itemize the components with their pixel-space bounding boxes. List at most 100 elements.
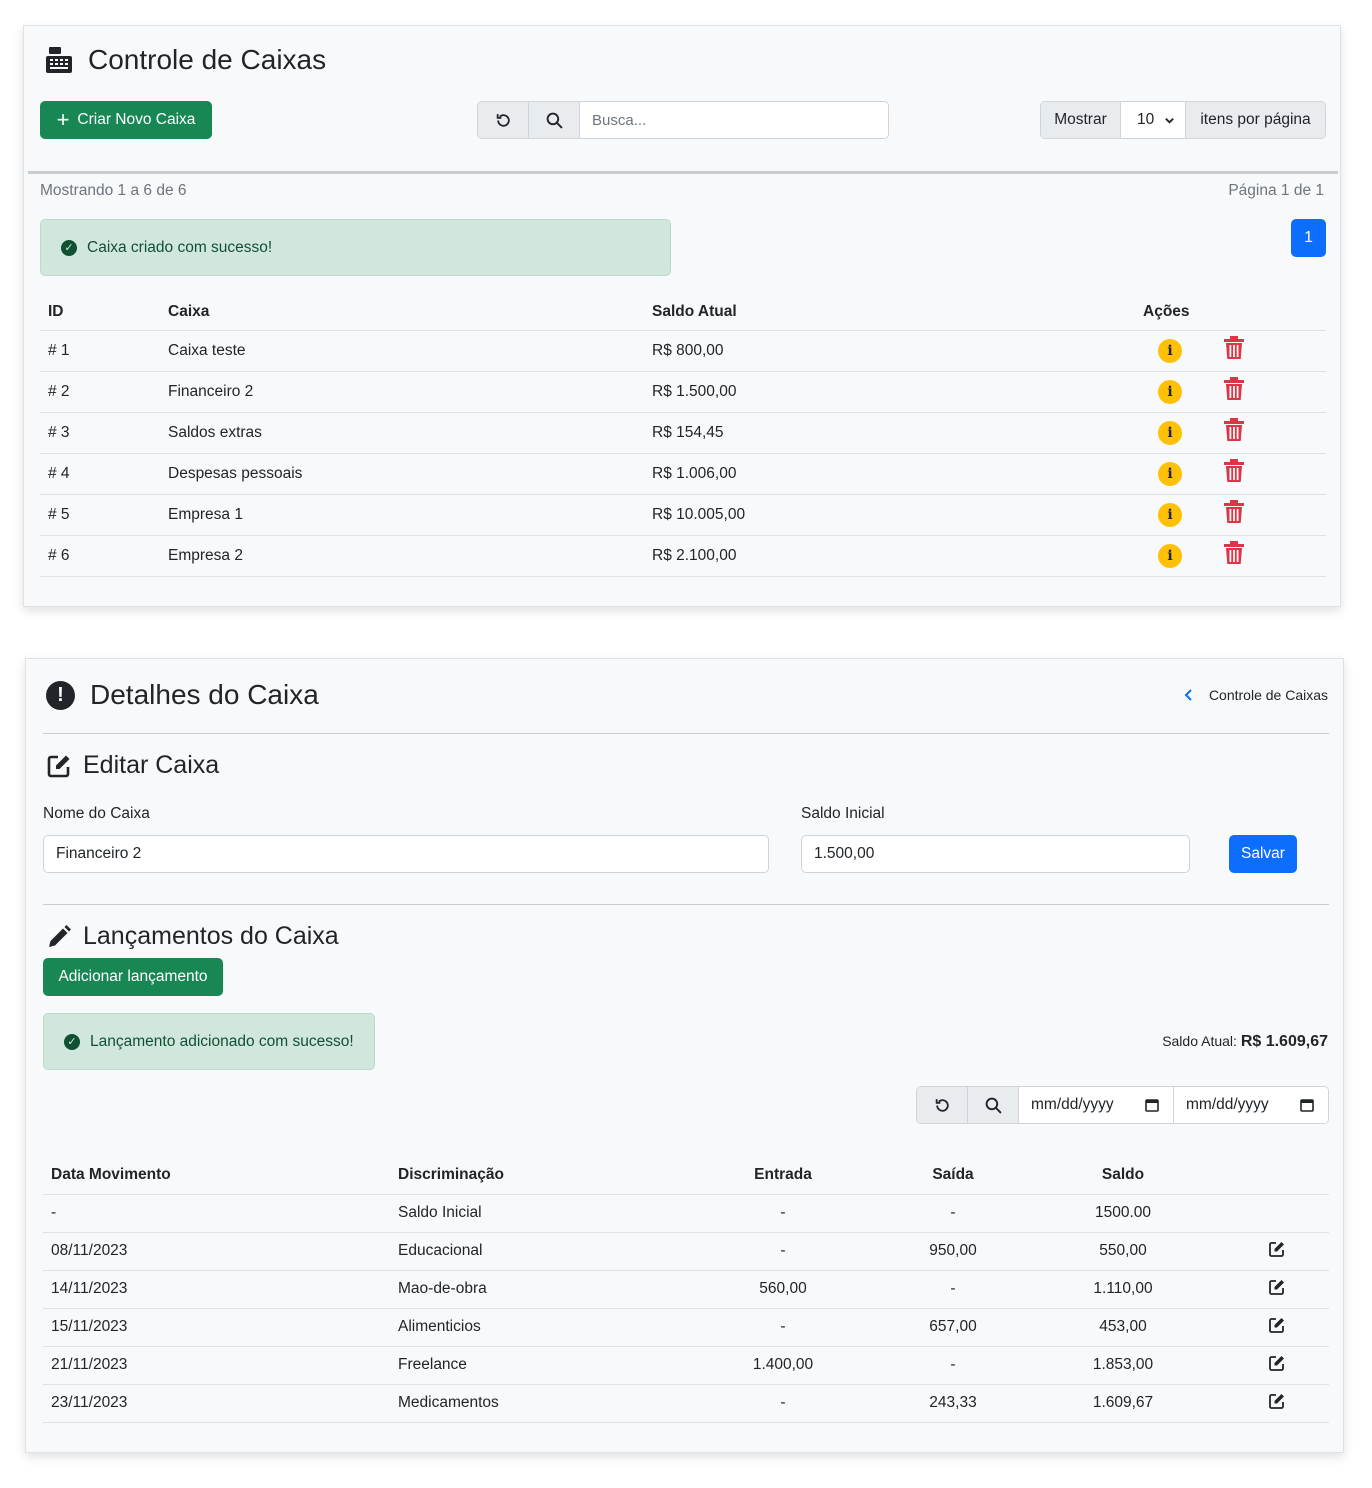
cell-saida: - (868, 1269, 1038, 1308)
header-actions (1208, 1157, 1329, 1194)
save-button[interactable]: Salvar (1229, 835, 1297, 873)
cell-edit (1208, 1383, 1329, 1423)
detalhes-title: Detalhes do Caixa (90, 679, 319, 710)
refresh-icon (496, 113, 510, 127)
refresh-button[interactable] (478, 102, 529, 138)
back-link[interactable]: Controle de Caixas (1183, 687, 1328, 703)
search-icon (985, 1097, 1002, 1114)
chevron-left-icon (1184, 689, 1192, 701)
edit-icon[interactable] (1269, 1393, 1285, 1414)
cell-trash (1182, 452, 1326, 494)
per-page-select[interactable]: 10 (1121, 102, 1186, 138)
trash-icon[interactable] (1224, 418, 1244, 447)
showing-text: Mostrando 1 a 6 de 6 (40, 182, 187, 199)
header-acoes: Ações (1143, 302, 1190, 320)
header-discriminacao: Discriminação (398, 1166, 504, 1184)
cell-entrada: - (698, 1231, 868, 1270)
cell-data: 14/11/2023 (43, 1269, 398, 1308)
cell-saida: 657,00 (868, 1307, 1038, 1346)
check-circle-icon: ✓ (64, 1033, 80, 1050)
chevron-down-icon (1165, 117, 1174, 124)
table-row: 23/11/2023 Medicamentos - 243,33 1.609,6… (43, 1383, 1329, 1423)
cell-id: # 1 (40, 329, 168, 371)
edit-title: Editar Caixa (83, 751, 220, 779)
cell-info: i (1052, 493, 1182, 535)
cell-saida: - (868, 1193, 1038, 1232)
edit-icon[interactable] (1269, 1355, 1285, 1376)
divider (28, 171, 1338, 174)
cell-saldo: R$ 154,45 (652, 411, 1052, 453)
search-button[interactable] (529, 102, 580, 138)
edit-icon[interactable] (1269, 1241, 1285, 1262)
cell-data: 23/11/2023 (43, 1383, 398, 1423)
trash-icon[interactable] (1224, 500, 1244, 529)
table-row: # 5 Empresa 1 R$ 10.005,00 i (40, 493, 1326, 535)
info-icon[interactable]: i (1158, 543, 1182, 568)
add-lancamento-button[interactable]: Adicionar lançamento (43, 958, 223, 996)
search-button[interactable] (968, 1087, 1019, 1123)
cell-nome: Empresa 1 (168, 493, 652, 535)
cell-saldo: 453,00 (1038, 1307, 1208, 1346)
date-end-input[interactable]: mm/dd/yyyy (1174, 1087, 1328, 1123)
info-icon[interactable]: i (1158, 502, 1182, 527)
header-saldo: Saldo Atual (652, 302, 737, 320)
cell-saida: - (868, 1345, 1038, 1384)
nome-input[interactable]: Financeiro 2 (43, 835, 769, 873)
table-row: # 6 Empresa 2 R$ 2.100,00 i (40, 534, 1326, 577)
table-header-row: ID Caixa Saldo Atual Ações (40, 294, 1326, 330)
search-input[interactable]: Busca... (580, 102, 888, 138)
divider (43, 733, 1329, 734)
date-start-input[interactable]: mm/dd/yyyy (1019, 1087, 1174, 1123)
date-filter-group: mm/dd/yyyy mm/dd/yyyy (916, 1086, 1329, 1124)
lancamentos-table: Data Movimento Discriminação Entrada Saí… (43, 1157, 1329, 1423)
refresh-button[interactable] (917, 1087, 968, 1123)
cell-edit (1208, 1193, 1329, 1232)
search-group: Busca... (477, 101, 889, 139)
saldo-inicial-input[interactable]: 1.500,00 (801, 835, 1190, 873)
table-row: # 2 Financeiro 2 R$ 1.500,00 i (40, 370, 1326, 412)
create-caixa-button[interactable]: + Criar Novo Caixa (40, 101, 212, 139)
edit-section-header: Editar Caixa (46, 751, 219, 780)
page-1-button[interactable]: 1 (1291, 219, 1326, 257)
create-caixa-label: Criar Novo Caixa (77, 111, 196, 128)
info-icon[interactable]: i (1158, 338, 1182, 363)
caixas-table: ID Caixa Saldo Atual Ações # 1 Caixa tes… (40, 294, 1326, 577)
cell-entrada: 560,00 (698, 1269, 868, 1308)
trash-icon[interactable] (1224, 459, 1244, 488)
cell-saldo: 1500.00 (1038, 1193, 1208, 1232)
saldo-atual-label: Saldo Atual: (1162, 1033, 1237, 1049)
cell-saldo: R$ 1.500,00 (652, 370, 1052, 412)
cell-nome: Financeiro 2 (168, 370, 652, 412)
trash-icon[interactable] (1224, 377, 1244, 406)
header-data: Data Movimento (51, 1166, 171, 1184)
cell-data: 15/11/2023 (43, 1307, 398, 1346)
cell-entrada: 1.400,00 (698, 1345, 868, 1384)
cell-desc: Alimenticios (398, 1307, 698, 1346)
cell-trash (1182, 370, 1326, 412)
per-page-group: Mostrar 10 itens por página (1040, 101, 1326, 139)
page-header: Controle de Caixas (44, 44, 326, 76)
cell-saida: 243,33 (868, 1383, 1038, 1423)
cell-saldo: 1.853,00 (1038, 1345, 1208, 1384)
info-icon[interactable]: i (1158, 461, 1182, 486)
trash-icon[interactable] (1224, 541, 1244, 570)
edit-icon[interactable] (1269, 1317, 1285, 1338)
detalhes-card: ! Detalhes do Caixa Controle de Caixas E… (25, 658, 1344, 1453)
cell-nome: Caixa teste (168, 329, 652, 371)
cell-info: i (1052, 534, 1182, 577)
trash-icon[interactable] (1224, 336, 1244, 365)
cell-id: # 2 (40, 370, 168, 412)
info-icon[interactable]: i (1158, 379, 1182, 404)
cell-edit (1208, 1231, 1329, 1270)
info-icon[interactable]: i (1158, 420, 1182, 445)
table-row: 15/11/2023 Alimenticios - 657,00 453,00 (43, 1307, 1329, 1346)
cell-info: i (1052, 329, 1182, 371)
cell-id: # 3 (40, 411, 168, 453)
saldo-atual: Saldo Atual: R$ 1.609,67 (1162, 1033, 1328, 1051)
plus-icon: + (56, 107, 70, 132)
cell-desc: Freelance (398, 1345, 698, 1384)
calendar-icon (1145, 1099, 1159, 1112)
edit-icon[interactable] (1269, 1279, 1285, 1300)
cell-id: # 5 (40, 493, 168, 535)
cell-edit (1208, 1345, 1329, 1384)
